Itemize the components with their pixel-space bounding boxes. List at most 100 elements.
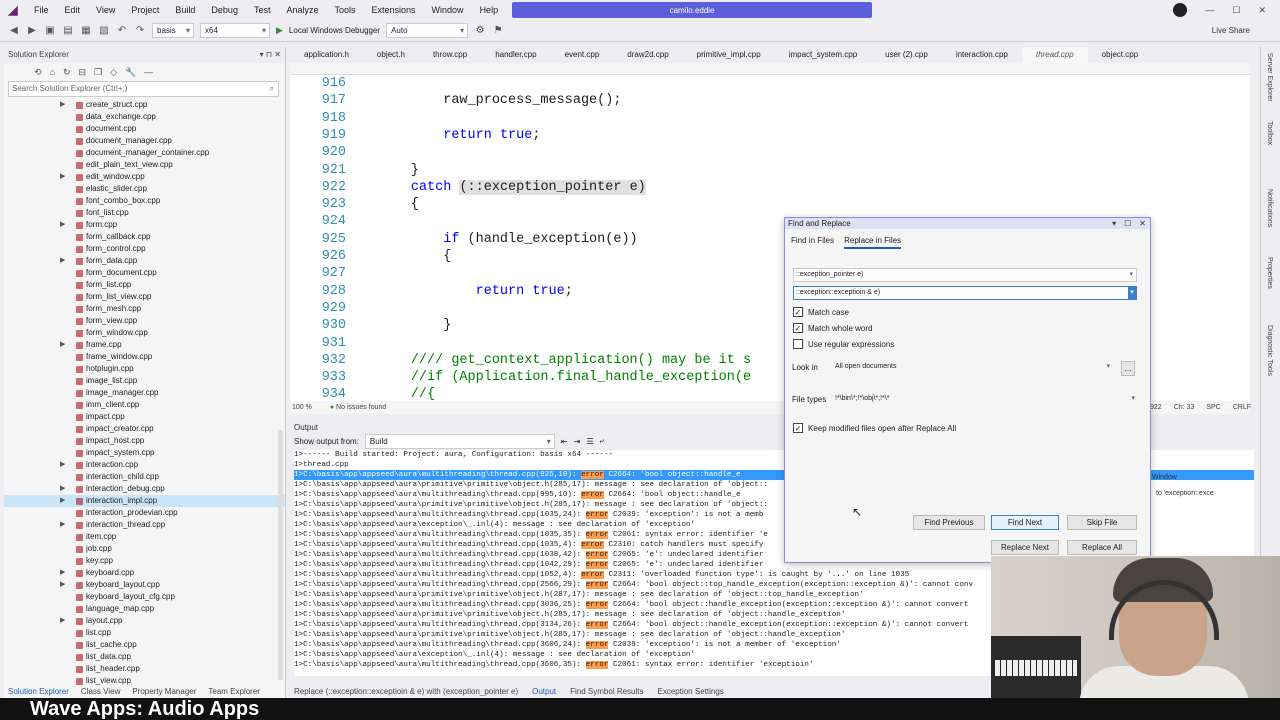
match-word-checkbox[interactable]: ✓ Match whole word <box>793 323 872 333</box>
tree-item[interactable]: font_list.cpp <box>4 207 285 219</box>
code-line[interactable]: 923 { <box>290 197 419 214</box>
open-icon[interactable]: ▤ <box>62 25 74 37</box>
tree-item[interactable]: impact.cpp <box>4 411 285 423</box>
code-line[interactable]: 919 return true; <box>290 128 541 145</box>
tree-item[interactable]: interaction_child.cpp <box>4 471 285 483</box>
code-line[interactable]: 926 { <box>290 249 452 266</box>
find-dropdown-icon[interactable]: ▾ <box>1129 269 1133 281</box>
platform-dropdown[interactable]: x64 <box>200 23 270 38</box>
tree-item[interactable]: ▶ interaction_thread.cpp <box>4 519 285 531</box>
redo-icon[interactable]: ↷ <box>134 25 146 37</box>
preview-icon[interactable]: ◇ <box>110 67 117 78</box>
back-icon[interactable]: ◀ <box>8 25 20 37</box>
start-debug-icon[interactable]: ▶ <box>276 25 283 36</box>
tree-item[interactable]: data_exchange.cpp <box>4 111 285 123</box>
word-wrap-icon[interactable]: ⤶ <box>600 436 604 446</box>
tree-item[interactable]: document_manager_container.cpp <box>4 147 285 159</box>
expand-arrow-icon[interactable]: ▶ <box>60 567 65 579</box>
tab-replace-in-files[interactable]: Replace in Files <box>844 236 902 249</box>
save-icon[interactable]: ▦ <box>80 25 92 37</box>
expand-arrow-icon[interactable]: ▶ <box>60 579 65 591</box>
side-tool-tab[interactable]: Diagnostic Tools <box>1266 325 1273 387</box>
side-tool-tab[interactable]: Properties <box>1266 257 1273 319</box>
expand-arrow-icon[interactable]: ▶ <box>60 519 65 531</box>
doc-tab[interactable]: handler.cpp <box>481 47 550 63</box>
code-line[interactable]: 924 <box>290 214 378 231</box>
line-ending[interactable]: CRLF <box>1233 404 1251 411</box>
tree-item[interactable]: imm_client.cpp <box>4 399 285 411</box>
new-item-icon[interactable]: ▣ <box>44 25 56 37</box>
find-next-button[interactable]: Find Next <box>991 515 1059 530</box>
tree-item[interactable]: ▶ layout.cpp <box>4 615 285 627</box>
menu-test[interactable]: Test <box>246 0 279 20</box>
minimize-icon[interactable]: — <box>1205 5 1214 15</box>
editor-scrollbar[interactable] <box>1250 75 1258 401</box>
look-in-dropdown-icon[interactable]: ▾ <box>1106 361 1110 373</box>
expand-arrow-icon[interactable]: ▶ <box>60 255 65 267</box>
dialog-close-icon[interactable]: ✕ <box>1139 218 1146 229</box>
code-line[interactable]: 927 <box>290 266 378 283</box>
tree-item[interactable]: impact_creator.cpp <box>4 423 285 435</box>
panel-close-icon[interactable]: ▾ ⊓ ✕ <box>260 50 281 60</box>
close-icon[interactable]: ✕ <box>1258 5 1266 16</box>
tree-item[interactable]: key.cpp <box>4 555 285 567</box>
side-tool-tab[interactable]: Server Explorer <box>1266 53 1273 115</box>
replace-dropdown-icon[interactable]: ▾ <box>1128 287 1136 299</box>
code-line[interactable]: 930 } <box>290 318 452 335</box>
tree-item[interactable]: interaction_prodevian.cpp <box>4 507 285 519</box>
doc-tab[interactable]: object.cpp <box>1088 47 1152 63</box>
tab-find-in-files[interactable]: Find in Files <box>791 236 834 249</box>
tree-item[interactable]: ▶ interaction_impl.cpp <box>4 495 285 507</box>
menu-project[interactable]: Project <box>123 0 167 20</box>
indent-mode[interactable]: SPC <box>1206 404 1220 411</box>
look-in-dropdown[interactable]: All open documents ▾ <box>833 361 1113 375</box>
config-dropdown[interactable]: basis <box>152 23 194 38</box>
code-line[interactable]: 929 <box>290 301 378 318</box>
tree-item[interactable]: list_header.cpp <box>4 663 285 675</box>
tree-item[interactable]: impact_host.cpp <box>4 435 285 447</box>
prev-message-icon[interactable]: ⇤ <box>561 437 568 446</box>
next-message-icon[interactable]: ⇥ <box>574 437 581 446</box>
match-case-check-icon[interactable]: ✓ <box>793 307 803 317</box>
doc-tab[interactable]: application.h <box>290 47 363 63</box>
tree-item[interactable]: form_list_view.cpp <box>4 291 285 303</box>
clear-output-icon[interactable]: ☰ <box>586 437 593 446</box>
match-word-check-icon[interactable]: ✓ <box>793 323 803 333</box>
keep-modified-check-icon[interactable]: ✓ <box>793 423 803 433</box>
expand-arrow-icon[interactable]: ▶ <box>60 483 65 495</box>
code-line[interactable]: 933 //if (Application.final_handle_excep… <box>290 370 751 387</box>
doc-tab[interactable]: event.cpp <box>551 47 614 63</box>
tree-item[interactable]: form_list.cpp <box>4 279 285 291</box>
search-box[interactable]: camilo.eddie <box>512 2 873 18</box>
code-line[interactable]: 921 } <box>290 163 419 180</box>
menu-build[interactable]: Build <box>167 0 203 20</box>
auto-dropdown[interactable]: Auto <box>386 23 469 38</box>
file-types-input[interactable]: !*\bin\*;!*\obj\*;!*\* ▾ <box>833 393 1138 407</box>
forward-icon[interactable]: ▶ <box>26 25 38 37</box>
doc-tab[interactable]: thread.cpp <box>1021 47 1088 63</box>
undo-icon[interactable]: ↶ <box>116 25 128 37</box>
tree-item[interactable]: hotplugin.cpp <box>4 363 285 375</box>
doc-tab[interactable]: primitive_impl.cpp <box>683 47 775 63</box>
tree-item[interactable]: edit_plain_text_view.cpp <box>4 159 285 171</box>
tree-item[interactable]: ▶ form_data.cpp <box>4 255 285 267</box>
code-line[interactable]: 916 <box>290 76 378 93</box>
expand-arrow-icon[interactable]: ▶ <box>60 339 65 351</box>
more-icon[interactable]: — <box>144 67 153 77</box>
keep-modified-checkbox[interactable]: ✓ Keep modified files open after Replace… <box>793 423 956 433</box>
code-line[interactable]: 920 <box>290 145 378 162</box>
tree-item[interactable]: form_view.cpp <box>4 315 285 327</box>
code-line[interactable]: 932 //// get_context_application() may b… <box>290 353 751 370</box>
doc-tab[interactable]: throw.cpp <box>419 47 481 63</box>
tree-item[interactable]: form_document.cpp <box>4 267 285 279</box>
tree-item[interactable]: form_mesh.cpp <box>4 303 285 315</box>
solution-search-input[interactable]: Search Solution Explorer (Ctrl+;) ⌕ <box>8 81 279 97</box>
replace-with-input[interactable]: ::exception::exceptioin & e) ▾ <box>793 286 1137 300</box>
doc-tab[interactable]: draw2d.cpp <box>613 47 682 63</box>
zoom-level[interactable]: 100 % <box>292 404 312 411</box>
code-line[interactable]: 918 <box>290 111 378 128</box>
tree-item[interactable]: elastic_slider.cpp <box>4 183 285 195</box>
collapse-icon[interactable]: ⊟ <box>79 67 87 78</box>
tree-item[interactable]: ▶ edit_window.cpp <box>4 171 285 183</box>
tree-item[interactable]: impact_system.cpp <box>4 447 285 459</box>
